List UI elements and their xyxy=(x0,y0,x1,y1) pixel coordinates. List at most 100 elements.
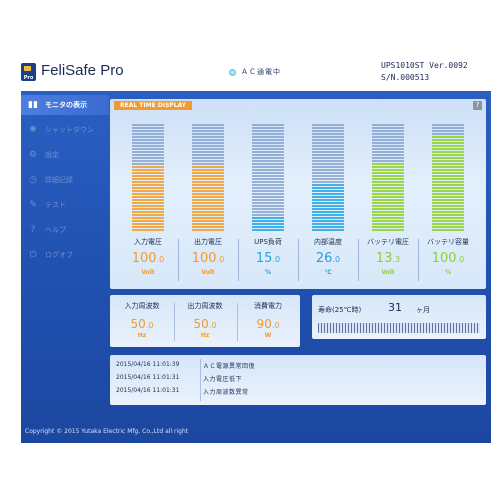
gauge-segment xyxy=(132,130,164,132)
gauge-segment xyxy=(312,172,344,174)
power-status-text: ＡＣ通電中 xyxy=(241,68,281,76)
gauge-label: バッテリ容量 xyxy=(427,238,469,246)
gauge-segment xyxy=(192,226,224,228)
gauge-segment xyxy=(132,151,164,153)
gauge-value: 100.0 xyxy=(418,251,478,266)
sidebar-item-settings[interactable]: ⚙ 設定 xyxy=(21,145,109,165)
gauge-segment xyxy=(432,175,464,177)
gauge-segment xyxy=(372,163,404,165)
gauge-segment xyxy=(372,190,404,192)
log-time: 2015/04/16 11:01:31 xyxy=(116,387,180,394)
gauge-segment xyxy=(372,220,404,222)
gauge-segment xyxy=(432,166,464,168)
gauge-segment xyxy=(132,169,164,171)
gauge-segment xyxy=(372,202,404,204)
gauge-label: 内部温度 xyxy=(314,238,342,246)
gauge-segment xyxy=(432,127,464,129)
gauge-segment xyxy=(312,184,344,186)
gauge-segment xyxy=(252,166,284,168)
gauge-segment xyxy=(252,226,284,228)
gauge-segment xyxy=(312,148,344,150)
freq-label: 出力周波数 xyxy=(187,302,223,310)
gauge-segment xyxy=(432,229,464,231)
gauge-segment xyxy=(132,127,164,129)
gauge-segment xyxy=(132,133,164,135)
gauge-segment xyxy=(312,166,344,168)
freq-value-int: 50 xyxy=(130,317,146,331)
gauge-segment xyxy=(132,187,164,189)
sidebar-item-label: テスト xyxy=(45,201,66,209)
footer-copyright: Copyright © 2015 Yutaka Electric Mfg. Co… xyxy=(25,428,189,435)
gauge-segment xyxy=(252,127,284,129)
sidebar-item-test[interactable]: ✎ テスト xyxy=(21,195,109,215)
gauge-segment xyxy=(372,154,404,156)
gauge-segment xyxy=(192,160,224,162)
gauge-segment xyxy=(372,124,404,126)
freq-unit: Hz xyxy=(137,332,147,339)
gauge-unit: ℃ xyxy=(324,269,332,276)
gauge-value: 100.0 xyxy=(178,251,238,266)
gauge-segment xyxy=(252,160,284,162)
gauge-segment xyxy=(252,178,284,180)
gauge-segment xyxy=(192,187,224,189)
gauge-value-int: 100 xyxy=(131,251,157,266)
battery-life-panel: 寿命(25℃時) 31 ヶ月 xyxy=(312,295,486,339)
sidebar-item-shutdown[interactable]: ✺ シャットダウン xyxy=(21,120,109,140)
gauge-segment xyxy=(372,130,404,132)
gauge-segment xyxy=(432,133,464,135)
gauge-segment xyxy=(312,130,344,132)
gauge-segment xyxy=(192,127,224,129)
gauge-value-int: 13 xyxy=(375,251,393,266)
gauge-segment xyxy=(252,193,284,195)
model-version: UPS1010ST Ver.0092 xyxy=(381,61,468,70)
main-panel: REAL TIME DISPLAY ? 入力電圧 出力電圧 UPS負荷 内部温度… xyxy=(110,99,486,405)
power-consumption: 消費電力 90.0 W xyxy=(238,301,298,339)
gauge-segment xyxy=(192,151,224,153)
gauge-segment xyxy=(372,157,404,159)
gauge-divider xyxy=(238,239,239,281)
gauge-unit: Volt xyxy=(381,269,395,276)
sidebar-item-history[interactable]: ◷ 詳細記録 xyxy=(21,170,109,190)
app-title: FeliSafe Pro xyxy=(41,62,124,79)
gauge-segment xyxy=(432,142,464,144)
gauge-segment xyxy=(192,136,224,138)
gauge-unit: Volt xyxy=(141,269,155,276)
gauge-segment xyxy=(372,127,404,129)
freq-value-int: 50 xyxy=(193,317,209,331)
gauge-segment xyxy=(312,160,344,162)
app-window: Pro FeliSafe Pro ＡＣ通電中 UPS1010ST Ver.009… xyxy=(21,55,491,443)
gauge-segment xyxy=(132,154,164,156)
help-button[interactable]: ? xyxy=(473,101,482,110)
gauge-segment xyxy=(132,214,164,216)
gauge-segment xyxy=(192,175,224,177)
gauge-segment xyxy=(132,175,164,177)
sidebar-item-logoff[interactable]: ⏻ ログオフ xyxy=(21,245,109,265)
freq-unit: W xyxy=(264,332,272,339)
gauge-label: 入力電圧 xyxy=(134,238,162,246)
gauge-segment xyxy=(132,148,164,150)
gauge-segment xyxy=(432,226,464,228)
gauge-segment xyxy=(432,187,464,189)
gauge-value-int: 15 xyxy=(255,251,273,266)
gauge-value: 26.0 xyxy=(298,251,358,266)
gauge-segment xyxy=(312,181,344,183)
sidebar-item-monitor[interactable]: ▮▮ モニタの表示 xyxy=(21,95,109,115)
gauge-segment xyxy=(132,142,164,144)
sidebar-item-help[interactable]: ? ヘルプ xyxy=(21,220,109,240)
gauge-segment xyxy=(372,136,404,138)
gauge-segment xyxy=(252,154,284,156)
gauge-segment xyxy=(132,172,164,174)
gauge-segment xyxy=(192,130,224,132)
gauge-segment xyxy=(192,163,224,165)
gauge-label: UPS負荷 xyxy=(254,238,282,246)
gauge-segment xyxy=(192,214,224,216)
gauge-segment xyxy=(432,154,464,156)
gauge-segment xyxy=(132,178,164,180)
gauge-segment xyxy=(432,214,464,216)
realtime-panel: REAL TIME DISPLAY ? 入力電圧 出力電圧 UPS負荷 内部温度… xyxy=(110,99,486,289)
gauge-segment xyxy=(372,211,404,213)
gauge-segment xyxy=(192,172,224,174)
gauge-segment xyxy=(432,169,464,171)
gauge-segment xyxy=(432,217,464,219)
log-row: 2015/04/16 11:01:39 ＡＣ電源異常回復 xyxy=(116,361,255,372)
